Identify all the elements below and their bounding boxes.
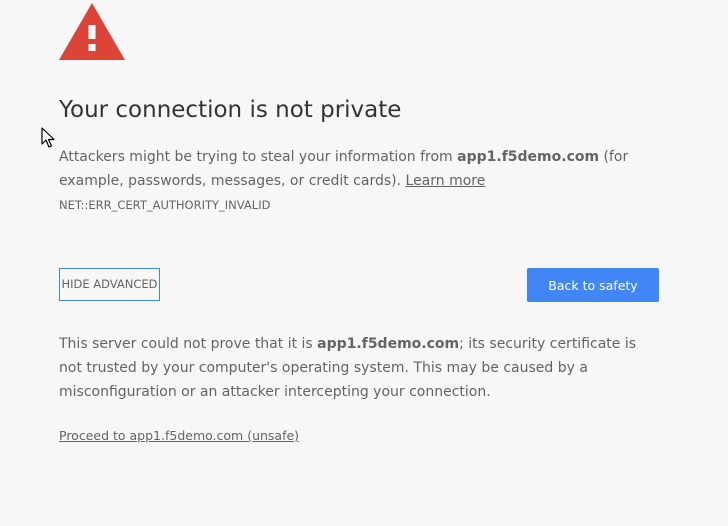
mouse-pointer-icon [41, 127, 55, 148]
learn-more-link[interactable]: Learn more [406, 173, 486, 189]
details-domain-name: app1.f5demo.com [317, 336, 460, 352]
error-code: NET::ERR_CERT_AUTHORITY_INVALID [59, 198, 271, 212]
hide-advanced-button[interactable]: HIDE ADVANCED [59, 268, 160, 301]
details-prefix: This server could not prove that it is [59, 336, 318, 352]
domain-name: app1.f5demo.com [457, 149, 600, 165]
main-message: Attackers might be trying to steal your … [59, 145, 639, 193]
main-message-prefix: Attackers might be trying to steal your … [59, 149, 458, 165]
details-message: This server could not prove that it is a… [59, 332, 659, 404]
back-to-safety-button[interactable]: Back to safety [527, 268, 659, 302]
proceed-unsafe-link[interactable]: Proceed to app1.f5demo.com (unsafe) [59, 428, 299, 443]
warning-triangle-icon [59, 3, 125, 60]
page-title: Your connection is not private [59, 97, 402, 123]
